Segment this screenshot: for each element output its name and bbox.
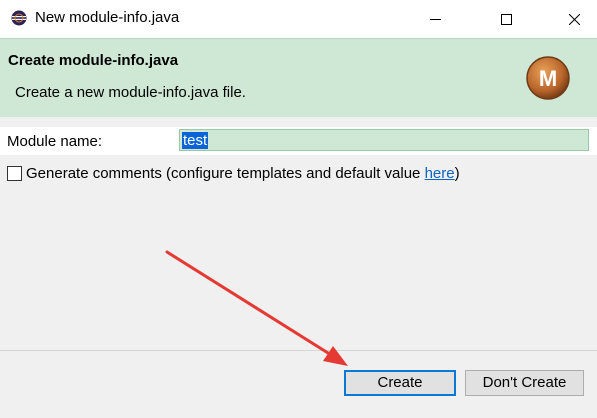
logo-letter: M <box>539 66 557 91</box>
create-button[interactable]: Create <box>344 370 456 396</box>
module-logo-icon: M <box>525 55 571 101</box>
title-bar: New module-info.java <box>0 0 597 38</box>
close-icon <box>569 14 580 25</box>
generate-comments-checkbox[interactable] <box>7 166 22 181</box>
close-button[interactable] <box>551 0 597 38</box>
eclipse-app-icon <box>11 10 27 26</box>
maximize-icon <box>501 14 512 25</box>
module-name-label: Module name: <box>7 133 103 150</box>
maximize-button[interactable] <box>483 0 529 38</box>
minimize-button[interactable] <box>412 0 458 38</box>
header-title: Create module-info.java <box>8 52 179 69</box>
window-title: New module-info.java <box>35 9 180 26</box>
dont-create-button[interactable]: Don't Create <box>465 370 584 396</box>
wizard-footer: Create Don't Create <box>0 350 597 418</box>
module-name-input[interactable]: test <box>179 129 589 151</box>
wizard-content: Module name: test Generate comments (con… <box>0 117 597 350</box>
generate-comments-label: Generate comments (configure templates a… <box>26 165 460 182</box>
module-name-value[interactable]: test <box>182 132 209 149</box>
wizard-header: Create module-info.java Create a new mod… <box>0 38 597 118</box>
configure-templates-link[interactable]: here <box>425 165 455 182</box>
minimize-icon <box>430 19 441 20</box>
module-name-row: Module name: test <box>0 127 597 155</box>
header-description: Create a new module-info.java file. <box>15 84 246 101</box>
